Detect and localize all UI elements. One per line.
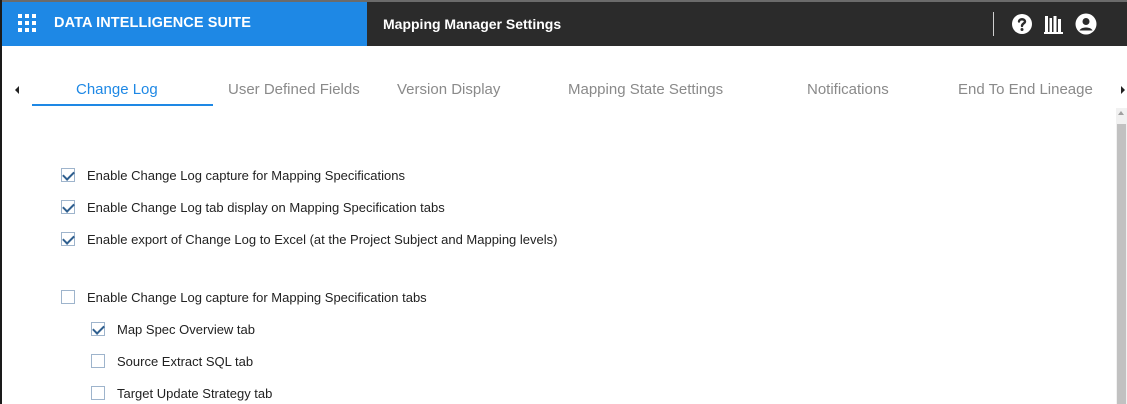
checkbox[interactable]	[61, 290, 75, 304]
scroll-up-arrow-icon[interactable]	[1118, 111, 1124, 115]
tab-user-defined-fields[interactable]: User Defined Fields	[228, 81, 360, 98]
option-map-spec-overview-tab[interactable]: Map Spec Overview tab	[91, 320, 255, 338]
tab-change-log[interactable]: Change Log	[76, 81, 158, 98]
header-divider	[993, 12, 994, 36]
brand-title: DATA INTELLIGENCE SUITE	[54, 15, 251, 31]
option-label: Enable export of Change Log to Excel (at…	[87, 231, 558, 247]
help-icon[interactable]	[1011, 13, 1033, 35]
content-scrollbar-thumb[interactable]	[1117, 124, 1126, 404]
tab-scroll-left-icon[interactable]	[12, 84, 22, 96]
option-source-extract-sql-tab[interactable]: Source Extract SQL tab	[91, 352, 253, 370]
checkbox[interactable]	[61, 200, 75, 214]
option-label: Enable Change Log tab display on Mapping…	[87, 199, 445, 215]
checkbox[interactable]	[61, 168, 75, 182]
active-tab-indicator	[32, 104, 213, 106]
settings-tabbar: Change Log User Defined Fields Version D…	[2, 46, 1127, 108]
option-label: Enable Change Log capture for Mapping Sp…	[87, 289, 427, 305]
option-label: Source Extract SQL tab	[117, 353, 254, 369]
option-tab-display-mapping-specification-tabs[interactable]: Enable Change Log tab display on Mapping…	[61, 198, 445, 216]
apps-grid-icon[interactable]	[18, 14, 36, 32]
checkbox[interactable]	[91, 354, 105, 368]
checkbox[interactable]	[91, 386, 105, 400]
option-export-to-excel[interactable]: Enable export of Change Log to Excel (at…	[61, 230, 557, 248]
app-header: DATA INTELLIGENCE SUITE Mapping Manager …	[2, 2, 1127, 46]
tab-version-display[interactable]: Version Display	[397, 81, 500, 98]
option-capture-mapping-specifications[interactable]: Enable Change Log capture for Mapping Sp…	[61, 166, 405, 184]
option-target-update-strategy-tab[interactable]: Target Update Strategy tab	[91, 384, 272, 402]
tab-scroll-right-icon[interactable]	[1118, 84, 1127, 96]
page-title: Mapping Manager Settings	[383, 16, 562, 32]
option-label: Enable Change Log capture for Mapping Sp…	[87, 167, 405, 183]
tab-end-to-end-lineage[interactable]: End To End Lineage	[958, 81, 1093, 98]
tab-notifications[interactable]: Notifications	[807, 81, 889, 98]
library-icon[interactable]	[1043, 13, 1065, 35]
checkbox[interactable]	[61, 232, 75, 246]
option-label: Target Update Strategy tab	[117, 385, 273, 401]
tab-mapping-state-settings[interactable]: Mapping State Settings	[568, 81, 723, 98]
checkbox[interactable]	[91, 322, 105, 336]
option-label: Map Spec Overview tab	[117, 321, 256, 337]
option-capture-mapping-specification-tabs[interactable]: Enable Change Log capture for Mapping Sp…	[61, 288, 427, 306]
brand-area: DATA INTELLIGENCE SUITE	[2, 2, 367, 46]
user-account-icon[interactable]	[1075, 13, 1097, 35]
